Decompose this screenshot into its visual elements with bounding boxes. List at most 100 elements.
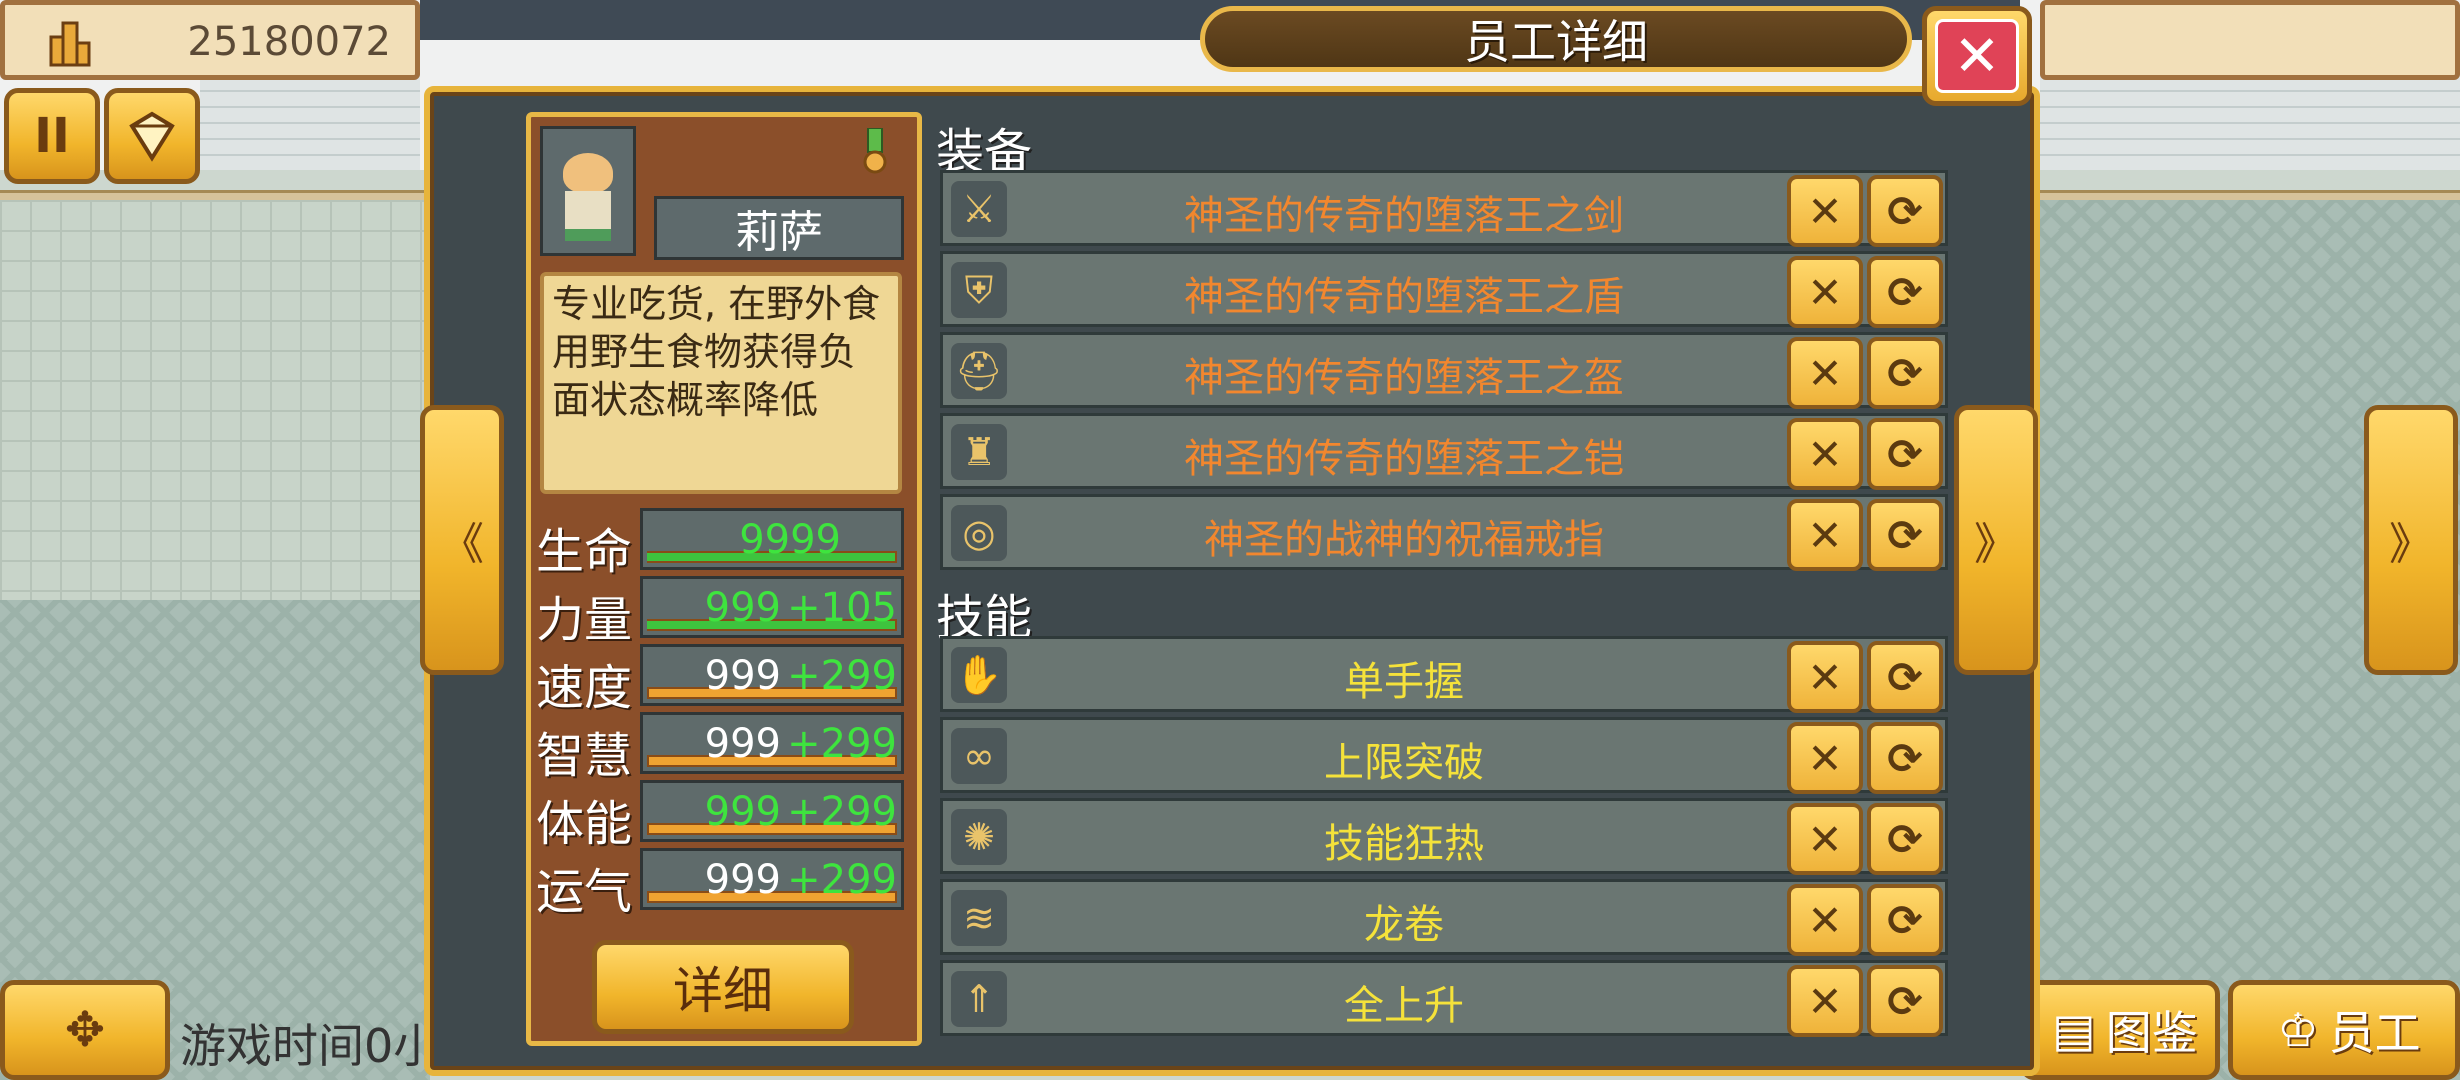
skill-name: 上限突破 xyxy=(1324,740,1484,786)
swap-icon: ⟳ xyxy=(1887,510,1923,560)
swap-equipment-button[interactable]: ⟳ xyxy=(1867,175,1943,247)
crown-icon: ♔ xyxy=(2277,1003,2319,1057)
swap-skill-button[interactable]: ⟳ xyxy=(1867,803,1943,875)
equipment-row[interactable]: ♜ 神圣的传奇的堕落王之铠 ✕ ⟳ xyxy=(940,413,1948,490)
move-button[interactable]: ✥ xyxy=(0,980,170,1080)
remove-skill-button[interactable]: ✕ xyxy=(1787,641,1863,713)
skill-name: 单手握 xyxy=(1344,659,1464,705)
remove-equipment-button[interactable]: ✕ xyxy=(1787,256,1863,328)
atlas-button[interactable]: ▤ 图鉴 xyxy=(2020,980,2220,1080)
stat-label: 力量 xyxy=(536,592,633,648)
helmet-icon: ⛑ xyxy=(951,343,1007,399)
remove-skill-button[interactable]: ✕ xyxy=(1787,803,1863,875)
gem-button[interactable] xyxy=(104,88,200,184)
remove-icon: ✕ xyxy=(1807,510,1843,560)
swap-icon: ⟳ xyxy=(1887,976,1923,1026)
remove-skill-button[interactable]: ✕ xyxy=(1787,884,1863,956)
limit-break-icon: ∞ xyxy=(951,728,1007,784)
remove-icon: ✕ xyxy=(1807,976,1843,1026)
stat-row: 力量 999 +105 xyxy=(536,576,910,648)
swap-icon: ⟳ xyxy=(1887,267,1923,317)
swap-icon: ⟳ xyxy=(1887,186,1923,236)
skill-row[interactable]: ∞ 上限突破 ✕ ⟳ xyxy=(940,717,1948,794)
stat-row: 运气 999 +299 xyxy=(536,848,910,920)
equipment-row[interactable]: ⚔ 神圣的传奇的堕落王之剑 ✕ ⟳ xyxy=(940,170,1948,247)
equipment-row[interactable]: ⛨ 神圣的传奇的堕落王之盾 ✕ ⟳ xyxy=(940,251,1948,328)
swap-icon: ⟳ xyxy=(1887,348,1923,398)
swap-icon: ⟳ xyxy=(1887,652,1923,702)
stat-base-value: 999 xyxy=(704,789,781,835)
avatar-head xyxy=(563,153,613,193)
remove-skill-button[interactable]: ✕ xyxy=(1787,965,1863,1037)
stat-label: 运气 xyxy=(536,864,633,920)
book-icon: ▤ xyxy=(2052,1003,2096,1057)
stat-label: 智慧 xyxy=(536,728,633,784)
skill-row[interactable]: ✺ 技能狂热 ✕ ⟳ xyxy=(940,798,1948,875)
close-icon: ✕ xyxy=(1935,19,2019,93)
gem-icon xyxy=(129,111,175,162)
employee-name: 莉萨 xyxy=(654,196,904,260)
stat-base-value: 999 xyxy=(704,585,781,631)
money-bar: 25180072 xyxy=(0,0,420,80)
remove-icon: ✕ xyxy=(1807,733,1843,783)
remove-icon: ✕ xyxy=(1807,895,1843,945)
stat-bar: 999 +299 xyxy=(640,712,904,774)
remove-equipment-button[interactable]: ✕ xyxy=(1787,337,1863,409)
tornado-icon: ≋ xyxy=(951,890,1007,946)
atlas-label: 图鉴 xyxy=(2105,1006,2198,1060)
swap-equipment-button[interactable]: ⟳ xyxy=(1867,256,1943,328)
remove-icon: ✕ xyxy=(1807,186,1843,236)
swap-skill-button[interactable]: ⟳ xyxy=(1867,641,1943,713)
stat-base-value: 9999 xyxy=(739,517,841,563)
stat-bar: 999 +299 xyxy=(640,644,904,706)
remove-icon: ✕ xyxy=(1807,348,1843,398)
scene-next-button[interactable]: 》 xyxy=(2364,405,2458,675)
equipment-row[interactable]: ⛑ 神圣的传奇的堕落王之盔 ✕ ⟳ xyxy=(940,332,1948,409)
skill-row[interactable]: ✋ 单手握 ✕ ⟳ xyxy=(940,636,1948,713)
next-employee-button[interactable]: 》 xyxy=(1954,405,2038,675)
avatar xyxy=(540,126,636,256)
swap-icon: ⟳ xyxy=(1887,814,1923,864)
remove-icon: ✕ xyxy=(1807,267,1843,317)
pause-button[interactable]: II xyxy=(4,88,100,184)
armor-icon: ♜ xyxy=(951,424,1007,480)
all-up-icon: ⇑ xyxy=(951,971,1007,1027)
ring-icon: ◎ xyxy=(951,505,1007,561)
stat-base-value: 999 xyxy=(704,721,781,767)
remove-equipment-button[interactable]: ✕ xyxy=(1787,499,1863,571)
equipment-name: 神圣的传奇的堕落王之盾 xyxy=(1184,274,1624,320)
modal-title: 员工详细 xyxy=(1200,6,1912,72)
right-hud-bar xyxy=(2040,0,2460,80)
avatar-body xyxy=(565,191,611,231)
equipment-name: 神圣的传奇的堕落王之盔 xyxy=(1184,355,1624,401)
stat-row: 生命 9999 xyxy=(536,508,910,580)
shield-icon: ⛨ xyxy=(951,262,1007,318)
remove-equipment-button[interactable]: ✕ xyxy=(1787,175,1863,247)
stat-bonus-value: +299 xyxy=(787,789,897,835)
remove-skill-button[interactable]: ✕ xyxy=(1787,722,1863,794)
double-chevron-left-icon: 《 xyxy=(440,519,484,570)
equipment-name: 神圣的传奇的堕落王之铠 xyxy=(1184,436,1624,482)
swap-skill-button[interactable]: ⟳ xyxy=(1867,965,1943,1037)
medal-icon xyxy=(863,128,887,174)
stat-bonus-value: +299 xyxy=(787,721,897,767)
detail-button[interactable]: 详细 xyxy=(592,940,854,1034)
pause-icon: II xyxy=(34,108,70,164)
swap-equipment-button[interactable]: ⟳ xyxy=(1867,418,1943,490)
hand-grip-icon: ✋ xyxy=(951,647,1007,703)
double-chevron-right-icon: 》 xyxy=(2389,519,2433,570)
remove-icon: ✕ xyxy=(1807,814,1843,864)
swap-skill-button[interactable]: ⟳ xyxy=(1867,884,1943,956)
previous-employee-button[interactable]: 《 xyxy=(420,405,504,675)
equipment-row[interactable]: ◎ 神圣的战神的祝福戒指 ✕ ⟳ xyxy=(940,494,1948,571)
skill-row[interactable]: ⇑ 全上升 ✕ ⟳ xyxy=(940,960,1948,1037)
close-button[interactable]: ✕ xyxy=(1922,6,2032,106)
staff-label: 员工 xyxy=(2328,1006,2421,1060)
staff-button[interactable]: ♔ 员工 xyxy=(2228,980,2460,1080)
stat-row: 智慧 999 +299 xyxy=(536,712,910,784)
swap-equipment-button[interactable]: ⟳ xyxy=(1867,337,1943,409)
swap-skill-button[interactable]: ⟳ xyxy=(1867,722,1943,794)
remove-equipment-button[interactable]: ✕ xyxy=(1787,418,1863,490)
skill-row[interactable]: ≋ 龙卷 ✕ ⟳ xyxy=(940,879,1948,956)
swap-equipment-button[interactable]: ⟳ xyxy=(1867,499,1943,571)
